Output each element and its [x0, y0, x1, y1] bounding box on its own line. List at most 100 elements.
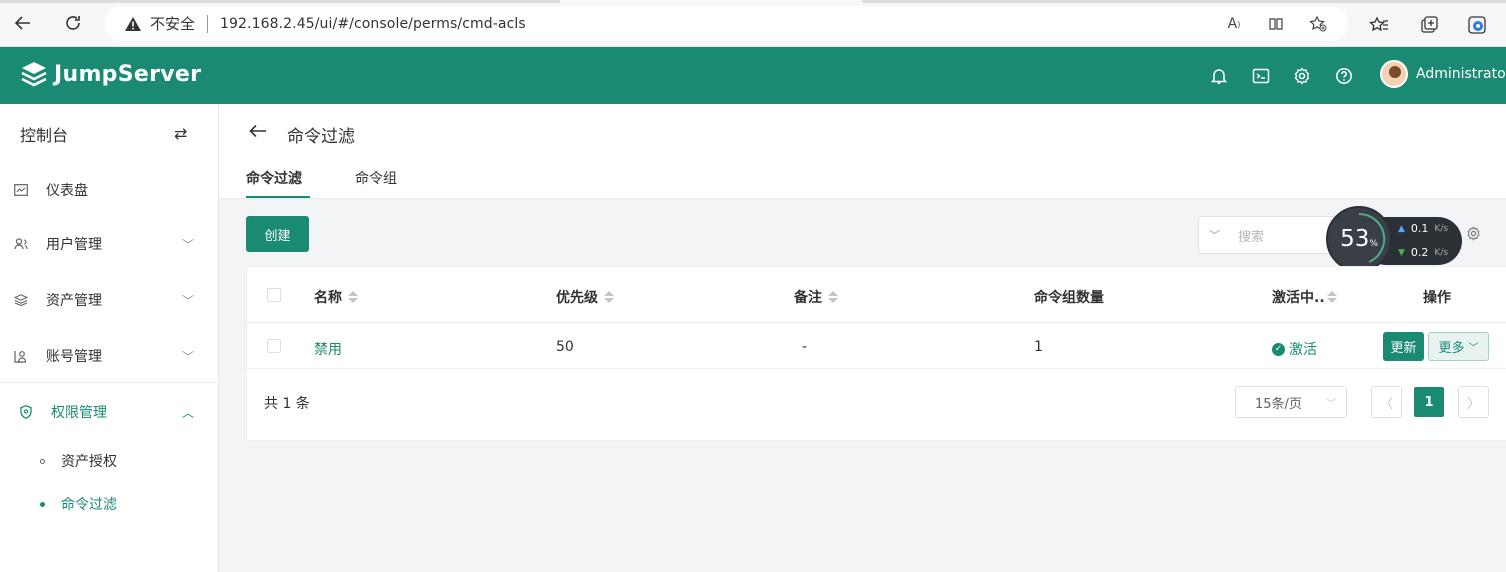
- sidebar-item-label: 仪表盘: [46, 183, 88, 199]
- upload-arrow-icon: ▲: [1398, 223, 1405, 234]
- page-size-select[interactable]: 15条/页 ﹀: [1235, 386, 1347, 418]
- update-button[interactable]: 更新: [1383, 332, 1424, 361]
- warning-icon: [124, 16, 142, 32]
- current-page[interactable]: 1: [1414, 387, 1444, 417]
- user-menu[interactable]: Administrator: [1380, 60, 1506, 88]
- back-arrow-icon[interactable]: [249, 122, 267, 143]
- collections-icon[interactable]: [1418, 14, 1440, 36]
- column-header-actions: 操作: [1423, 290, 1451, 306]
- switch-view-icon[interactable]: ⇄: [174, 124, 187, 143]
- row-name-link[interactable]: 禁用: [314, 339, 342, 359]
- reload-icon[interactable]: [60, 10, 86, 36]
- assets-icon: [13, 292, 29, 308]
- sidebar-item-accounts[interactable]: 账号管理 ﹀: [0, 328, 218, 384]
- active-tab-indicator: [246, 196, 310, 198]
- browser-tab-strip: [862, 0, 1506, 3]
- download-speed: ▼ 0.2 K/s: [1398, 246, 1449, 259]
- username: Administrator: [1416, 66, 1506, 82]
- add-favorite-icon[interactable]: [1308, 14, 1328, 34]
- brand-name: JumpServer: [54, 61, 202, 87]
- sidebar-item-permissions[interactable]: 权限管理 ︿: [0, 384, 218, 440]
- chevron-down-icon: ﹀: [182, 237, 195, 252]
- table-settings-icon[interactable]: [1466, 226, 1481, 245]
- bullet-icon: [40, 458, 45, 464]
- column-header-comment[interactable]: 备注: [794, 287, 838, 307]
- sidebar-item-label: 用户管理: [46, 237, 102, 253]
- chevron-down-icon[interactable]: ﹀: [1209, 227, 1220, 243]
- column-header-priority[interactable]: 优先级: [556, 287, 614, 307]
- sidebar-item-label: 资产管理: [46, 293, 102, 309]
- sidebar-item-users[interactable]: 用户管理 ﹀: [0, 216, 218, 272]
- row-comment: -: [802, 339, 808, 355]
- chevron-down-icon: ﹀: [1326, 398, 1336, 410]
- create-button[interactable]: 创建: [246, 216, 309, 252]
- jumpserver-logo-icon: [21, 62, 47, 87]
- accounts-icon: [13, 348, 29, 364]
- header-divider: [247, 322, 1506, 323]
- sort-icon[interactable]: [828, 291, 838, 303]
- sidebar-item-dashboard[interactable]: 仪表盘: [0, 162, 218, 218]
- chevron-down-icon: ﹀: [182, 293, 195, 308]
- row-checkbox[interactable]: [267, 339, 281, 353]
- terminal-icon[interactable]: [1250, 65, 1272, 87]
- read-aloud-icon[interactable]: A): [1224, 14, 1244, 34]
- tab-command-filters[interactable]: 命令过滤: [246, 168, 302, 188]
- prev-page-button[interactable]: 〈: [1371, 386, 1402, 418]
- column-header-group-count: 命令组数量: [1034, 290, 1104, 306]
- sort-icon[interactable]: [604, 291, 614, 303]
- sidebar-divider: [0, 382, 218, 383]
- status-badge: ✓ 激活: [1272, 339, 1317, 359]
- download-arrow-icon: ▼: [1398, 247, 1405, 258]
- row-priority: 50: [556, 339, 574, 355]
- sidebar-item-label: 账号管理: [46, 349, 102, 365]
- more-dropdown-button[interactable]: 更多 ﹀: [1428, 332, 1489, 361]
- insecure-label: 不安全: [150, 15, 196, 33]
- edge-icon[interactable]: [1466, 14, 1488, 36]
- browser-toolbar: 不安全 192.168.2.45/ui/#/console/perms/cmd-…: [0, 0, 1506, 47]
- settings-icon[interactable]: [1291, 65, 1313, 87]
- address-divider: [207, 14, 209, 33]
- app-header: JumpServer Administrator: [0, 47, 1506, 104]
- address-bar[interactable]: 不安全 192.168.2.45/ui/#/console/perms/cmd-…: [104, 6, 1348, 41]
- network-speed-widget[interactable]: 53% ▲ 0.1 K/s ▼ 0.2 K/s: [1326, 206, 1462, 272]
- sidebar-item-assets[interactable]: 资产管理 ﹀: [0, 272, 218, 328]
- page-header: 命令过滤 命令过滤 命令组: [219, 104, 1506, 199]
- reader-view-icon[interactable]: [1266, 14, 1286, 34]
- command-filter-table: 名称 优先级 备注 命令组数量 激活中.. 操作 禁用 50 - 1 ✓ 激活 …: [246, 266, 1506, 441]
- sidebar-subitem-command-filters[interactable]: 命令过滤: [40, 494, 117, 514]
- sidebar-title: 控制台: [20, 126, 69, 145]
- column-header-name[interactable]: 名称: [314, 287, 358, 307]
- select-all-checkbox[interactable]: [267, 288, 281, 302]
- column-header-active[interactable]: 激活中..: [1272, 287, 1337, 307]
- favorites-icon[interactable]: [1368, 14, 1390, 36]
- sort-icon[interactable]: [348, 291, 358, 303]
- check-circle-icon: ✓: [1272, 342, 1285, 356]
- upload-speed: ▲ 0.1 K/s: [1398, 222, 1449, 235]
- bell-icon[interactable]: [1208, 65, 1230, 87]
- sidebar-item-label: 权限管理: [51, 405, 107, 421]
- chevron-down-icon: ﹀: [182, 349, 195, 364]
- sidebar: 控制台 ⇄ 仪表盘 用户管理 ﹀ 资产管理 ﹀ 账号管理 ﹀ 权限管理 ︿ 资产…: [0, 104, 219, 572]
- users-icon: [13, 236, 29, 252]
- help-icon[interactable]: [1333, 65, 1355, 87]
- url-text[interactable]: 192.168.2.45/ui/#/console/perms/cmd-acls: [220, 16, 526, 32]
- sidebar-subitem-label: 资产授权: [61, 454, 117, 470]
- tab-command-groups[interactable]: 命令组: [355, 168, 397, 188]
- chevron-down-icon: ﹀: [1468, 343, 1479, 354]
- row-group-count: 1: [1034, 339, 1043, 355]
- usage-gauge: 53%: [1326, 206, 1392, 272]
- next-page-button[interactable]: 〉: [1458, 386, 1489, 418]
- chevron-up-icon: ︿: [182, 405, 195, 420]
- logo[interactable]: JumpServer: [20, 60, 201, 88]
- sidebar-subitem-label: 命令过滤: [61, 497, 117, 513]
- total-count: 共 1 条: [264, 396, 310, 412]
- back-icon[interactable]: [10, 10, 36, 36]
- bullet-icon: [40, 501, 45, 507]
- page-title: 命令过滤: [287, 127, 355, 147]
- sidebar-subitem-asset-permissions[interactable]: 资产授权: [40, 451, 117, 471]
- sort-icon[interactable]: [1326, 291, 1337, 303]
- row-divider: [247, 368, 1506, 369]
- dashboard-icon: [13, 182, 29, 198]
- browser-tab-strip: [0, 0, 560, 3]
- avatar: [1380, 60, 1408, 88]
